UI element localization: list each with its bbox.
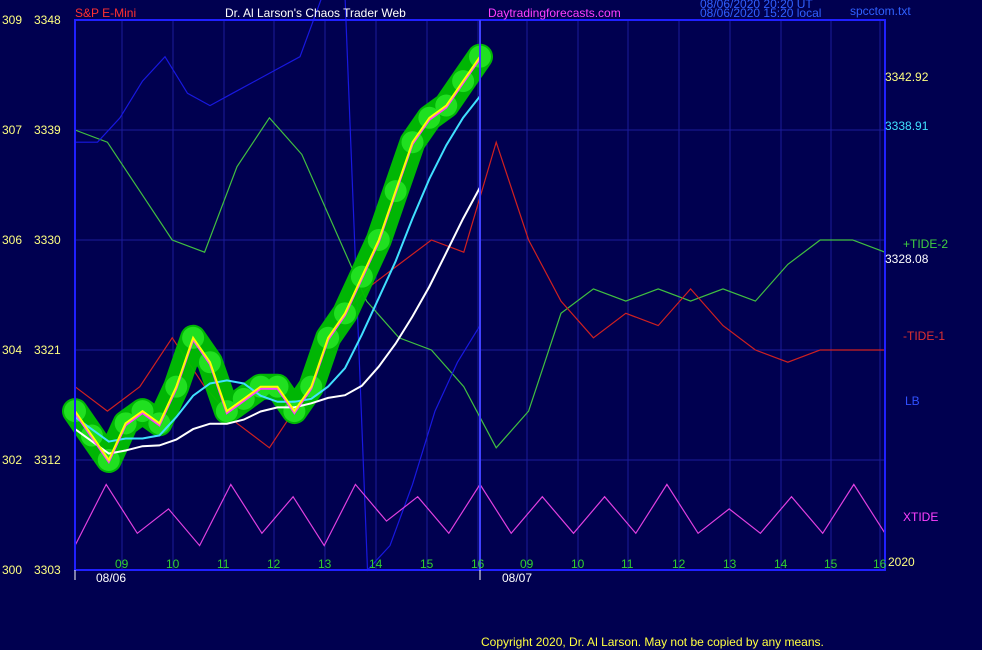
chaos-trader-chart: 309 3348 307 3339 306 3330 304 3321 302 3312 300 33… [2, 0, 948, 649]
x-tick-label: 10 [571, 557, 585, 571]
y-price-label: 3330 [34, 233, 61, 247]
tide2-label: +TIDE-2 [903, 237, 948, 251]
x-tick-label: 13 [318, 557, 332, 571]
year-label: 2020 [888, 555, 915, 569]
x-tick-label: 16 [873, 557, 887, 571]
price-high-label: 3342.92 [885, 70, 929, 84]
x-tick-label: 16 [471, 557, 485, 571]
x-tick-label: 09 [115, 557, 129, 571]
x-tick-label: 10 [166, 557, 180, 571]
lb-label: LB [905, 394, 920, 408]
y-angle-label: 304 [2, 343, 22, 357]
site-link[interactable]: Daytradingforecasts.com [488, 6, 621, 20]
x-tick-label: 11 [217, 557, 230, 571]
x-tick-label: 13 [723, 557, 737, 571]
x-tick-label: 09 [520, 557, 534, 571]
tide1-label: -TIDE-1 [903, 329, 945, 343]
y-angle-label: 307 [2, 123, 22, 137]
y-price-label: 3303 [34, 563, 61, 577]
y-angle-label: 306 [2, 233, 22, 247]
date-label: 08/07 [502, 571, 532, 585]
copyright: Copyright 2020, Dr. Al Larson. May not b… [481, 635, 824, 649]
y-price-label: 3348 [34, 13, 61, 27]
left-axis: 309 3348 307 3339 306 3330 304 3321 302 3312 300 33… [2, 13, 61, 577]
chart-title: Dr. Al Larson's Chaos Trader Web [225, 6, 406, 20]
y-angle-label: 300 [2, 563, 22, 577]
y-price-label: 3339 [34, 123, 61, 137]
y-price-label: 3312 [34, 453, 61, 467]
price-mid-label: 3328.08 [885, 252, 929, 266]
price-cyan-label: 3338.91 [885, 119, 929, 133]
x-tick-label: 12 [672, 557, 686, 571]
time-local: 08/06/2020 15:20 local [700, 6, 821, 20]
xtide-label: XTIDE [903, 510, 938, 524]
symbol-label: S&P E-Mini [75, 6, 136, 20]
y-price-label: 3321 [34, 343, 61, 357]
x-tick-label: 14 [369, 557, 383, 571]
x-tick-label: 12 [267, 557, 281, 571]
x-tick-label: 15 [420, 557, 434, 571]
y-angle-label: 302 [2, 453, 22, 467]
y-angle-label: 309 [2, 13, 22, 27]
indicator-lines [62, 0, 886, 572]
x-tick-label: 11 [621, 557, 634, 571]
right-labels: 3342.92 3338.91 +TIDE-23328.08 -TIDE-1 LB XTI… [885, 70, 948, 524]
date-label: 08/06 [96, 571, 126, 585]
x-tick-label: 14 [774, 557, 788, 571]
series-line-lb [75, 0, 481, 572]
x-tick-label: 15 [824, 557, 838, 571]
filename: spcctom.txt [850, 4, 911, 18]
